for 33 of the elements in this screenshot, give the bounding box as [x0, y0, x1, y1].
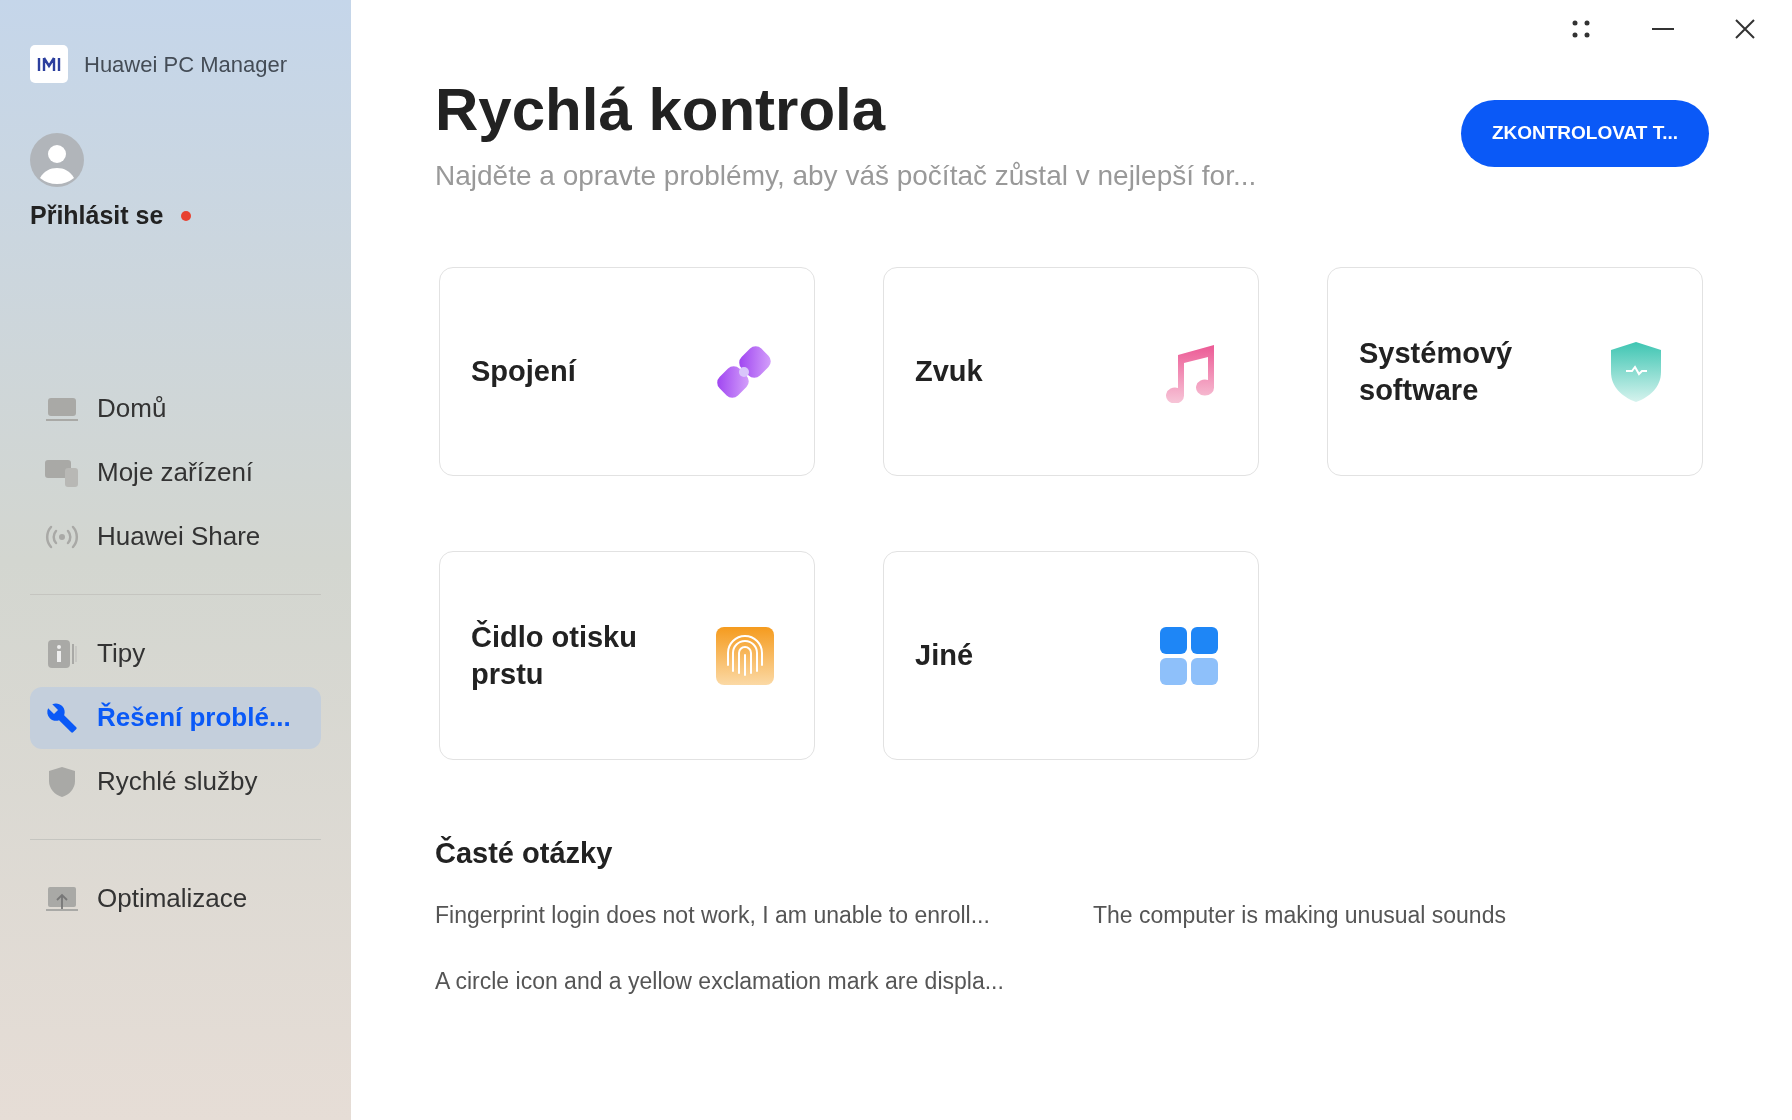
category-card[interactable]: Čidlo otisku prstu	[439, 551, 815, 760]
grid-icon	[1160, 626, 1218, 685]
sign-in-link[interactable]: Přihlásit se	[30, 197, 164, 235]
faq-link[interactable]: A circle icon and a yellow exclamation mark are displa...	[435, 964, 1093, 999]
nav-item[interactable]: Huawei Share	[30, 505, 321, 568]
wrench-icon	[46, 701, 78, 734]
shield-icon	[48, 765, 76, 798]
check-button[interactable]: ZKONTROLOVAT T...	[1461, 100, 1709, 167]
nav-item[interactable]: Moje zařízení	[30, 441, 321, 504]
app-logo-icon	[30, 45, 68, 83]
category-card[interactable]: Jiné	[883, 551, 1259, 760]
app-name: Huawei PC Manager	[84, 50, 287, 79]
avatar-icon	[30, 133, 84, 187]
page-title: Rychlá kontrola	[435, 75, 887, 145]
category-card[interactable]: Zvuk	[883, 267, 1259, 476]
nav-item[interactable]: Rychlé služby	[30, 750, 321, 813]
nav-item[interactable]: Optimalizace	[30, 867, 321, 930]
upload-icon	[46, 884, 78, 913]
broadcast-icon	[45, 523, 79, 550]
shield-icon	[1610, 340, 1662, 403]
category-card[interactable]: Spojení	[439, 267, 815, 476]
nav-item[interactable]: Řešení problé...	[30, 686, 321, 749]
nav-item[interactable]: Tipy	[30, 622, 321, 685]
faq-heading: Časté otázky	[435, 835, 614, 871]
nav-item[interactable]: Domů	[30, 377, 321, 440]
faq-link[interactable]: The computer is making unusual sounds	[1093, 897, 1708, 932]
devices-icon	[45, 457, 79, 488]
info-icon	[46, 637, 78, 670]
fingerprint-icon	[716, 626, 774, 685]
laptop-icon	[46, 395, 78, 422]
category-card[interactable]: Systémový software	[1327, 267, 1703, 476]
page-subtitle: Najděte a opravte problémy, aby váš počítač zůstal v nejlepší for...	[435, 159, 1257, 193]
faq-link[interactable]: Fingerprint login does not work, I am unable to enroll...	[435, 897, 1093, 932]
